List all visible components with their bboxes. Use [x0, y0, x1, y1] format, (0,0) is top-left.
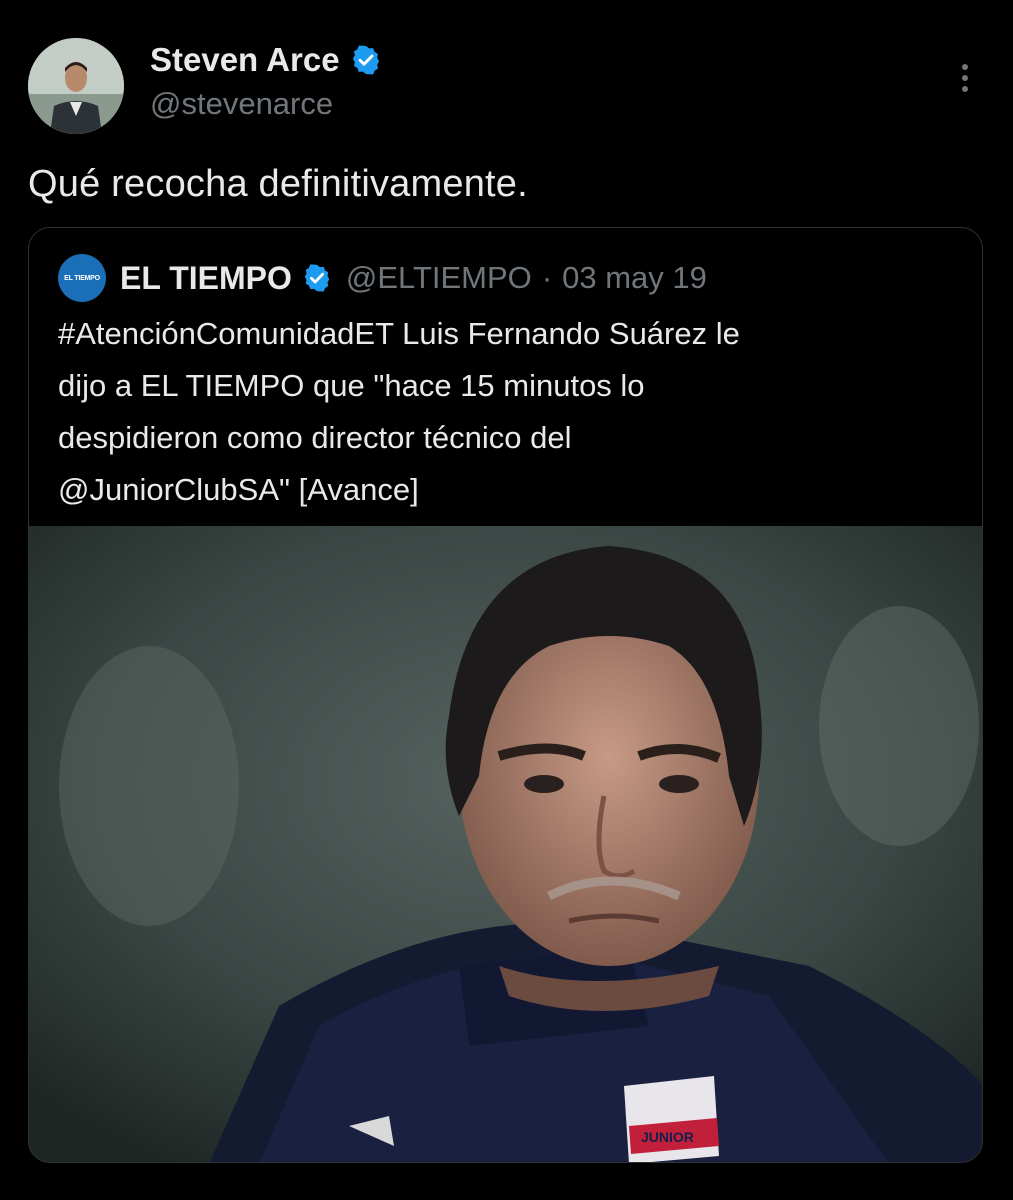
quoted-text-line: @JuniorClubSA" [Avance]: [58, 472, 419, 507]
coach-photo: JUNIOR: [29, 526, 982, 1162]
author-avatar[interactable]: [28, 38, 124, 134]
quoted-author-avatar[interactable]: EL TIEMPO: [58, 254, 106, 302]
quoted-avatar-text: EL TIEMPO: [64, 274, 100, 282]
quoted-text-line: dijo a EL TIEMPO que "hace 15 minutos lo: [58, 368, 645, 403]
author-info: Steven Arce @stevenarce: [150, 40, 382, 122]
quoted-author-handle[interactable]: @ELTIEMPO: [346, 260, 532, 296]
separator-dot: ·: [541, 260, 553, 295]
quoted-text-line: despidieron como director técnico del: [58, 420, 572, 455]
author-handle[interactable]: @stevenarce: [150, 86, 382, 122]
avatar-photo: [28, 38, 124, 134]
tweet-text: Qué recocha definitivamente.: [28, 163, 528, 205]
junior-crest-text: JUNIOR: [641, 1129, 694, 1145]
quoted-author-name[interactable]: EL TIEMPO: [120, 260, 292, 297]
more-vertical-icon[interactable]: [950, 58, 980, 98]
quoted-tweet-text: #AtenciónComunidadET Luis Fernando Suáre…: [58, 308, 958, 516]
author-name[interactable]: Steven Arce: [150, 40, 340, 80]
quoted-tweet-photo[interactable]: JUNIOR: [29, 526, 982, 1162]
quoted-tweet-date[interactable]: 03 may 19: [562, 260, 707, 296]
quoted-text-line: #AtenciónComunidadET Luis Fernando Suáre…: [58, 316, 740, 351]
quoted-tweet[interactable]: EL TIEMPO EL TIEMPO @ELTIEMPO · 03 may 1…: [28, 227, 983, 1163]
verified-badge-icon: [352, 45, 379, 75]
tweet: Steven Arce @stevenarce Qué recocha defi…: [0, 0, 1013, 1200]
quoted-tweet-header: EL TIEMPO EL TIEMPO @ELTIEMPO · 03 may 1…: [58, 254, 707, 302]
verified-badge-icon: [304, 264, 330, 292]
